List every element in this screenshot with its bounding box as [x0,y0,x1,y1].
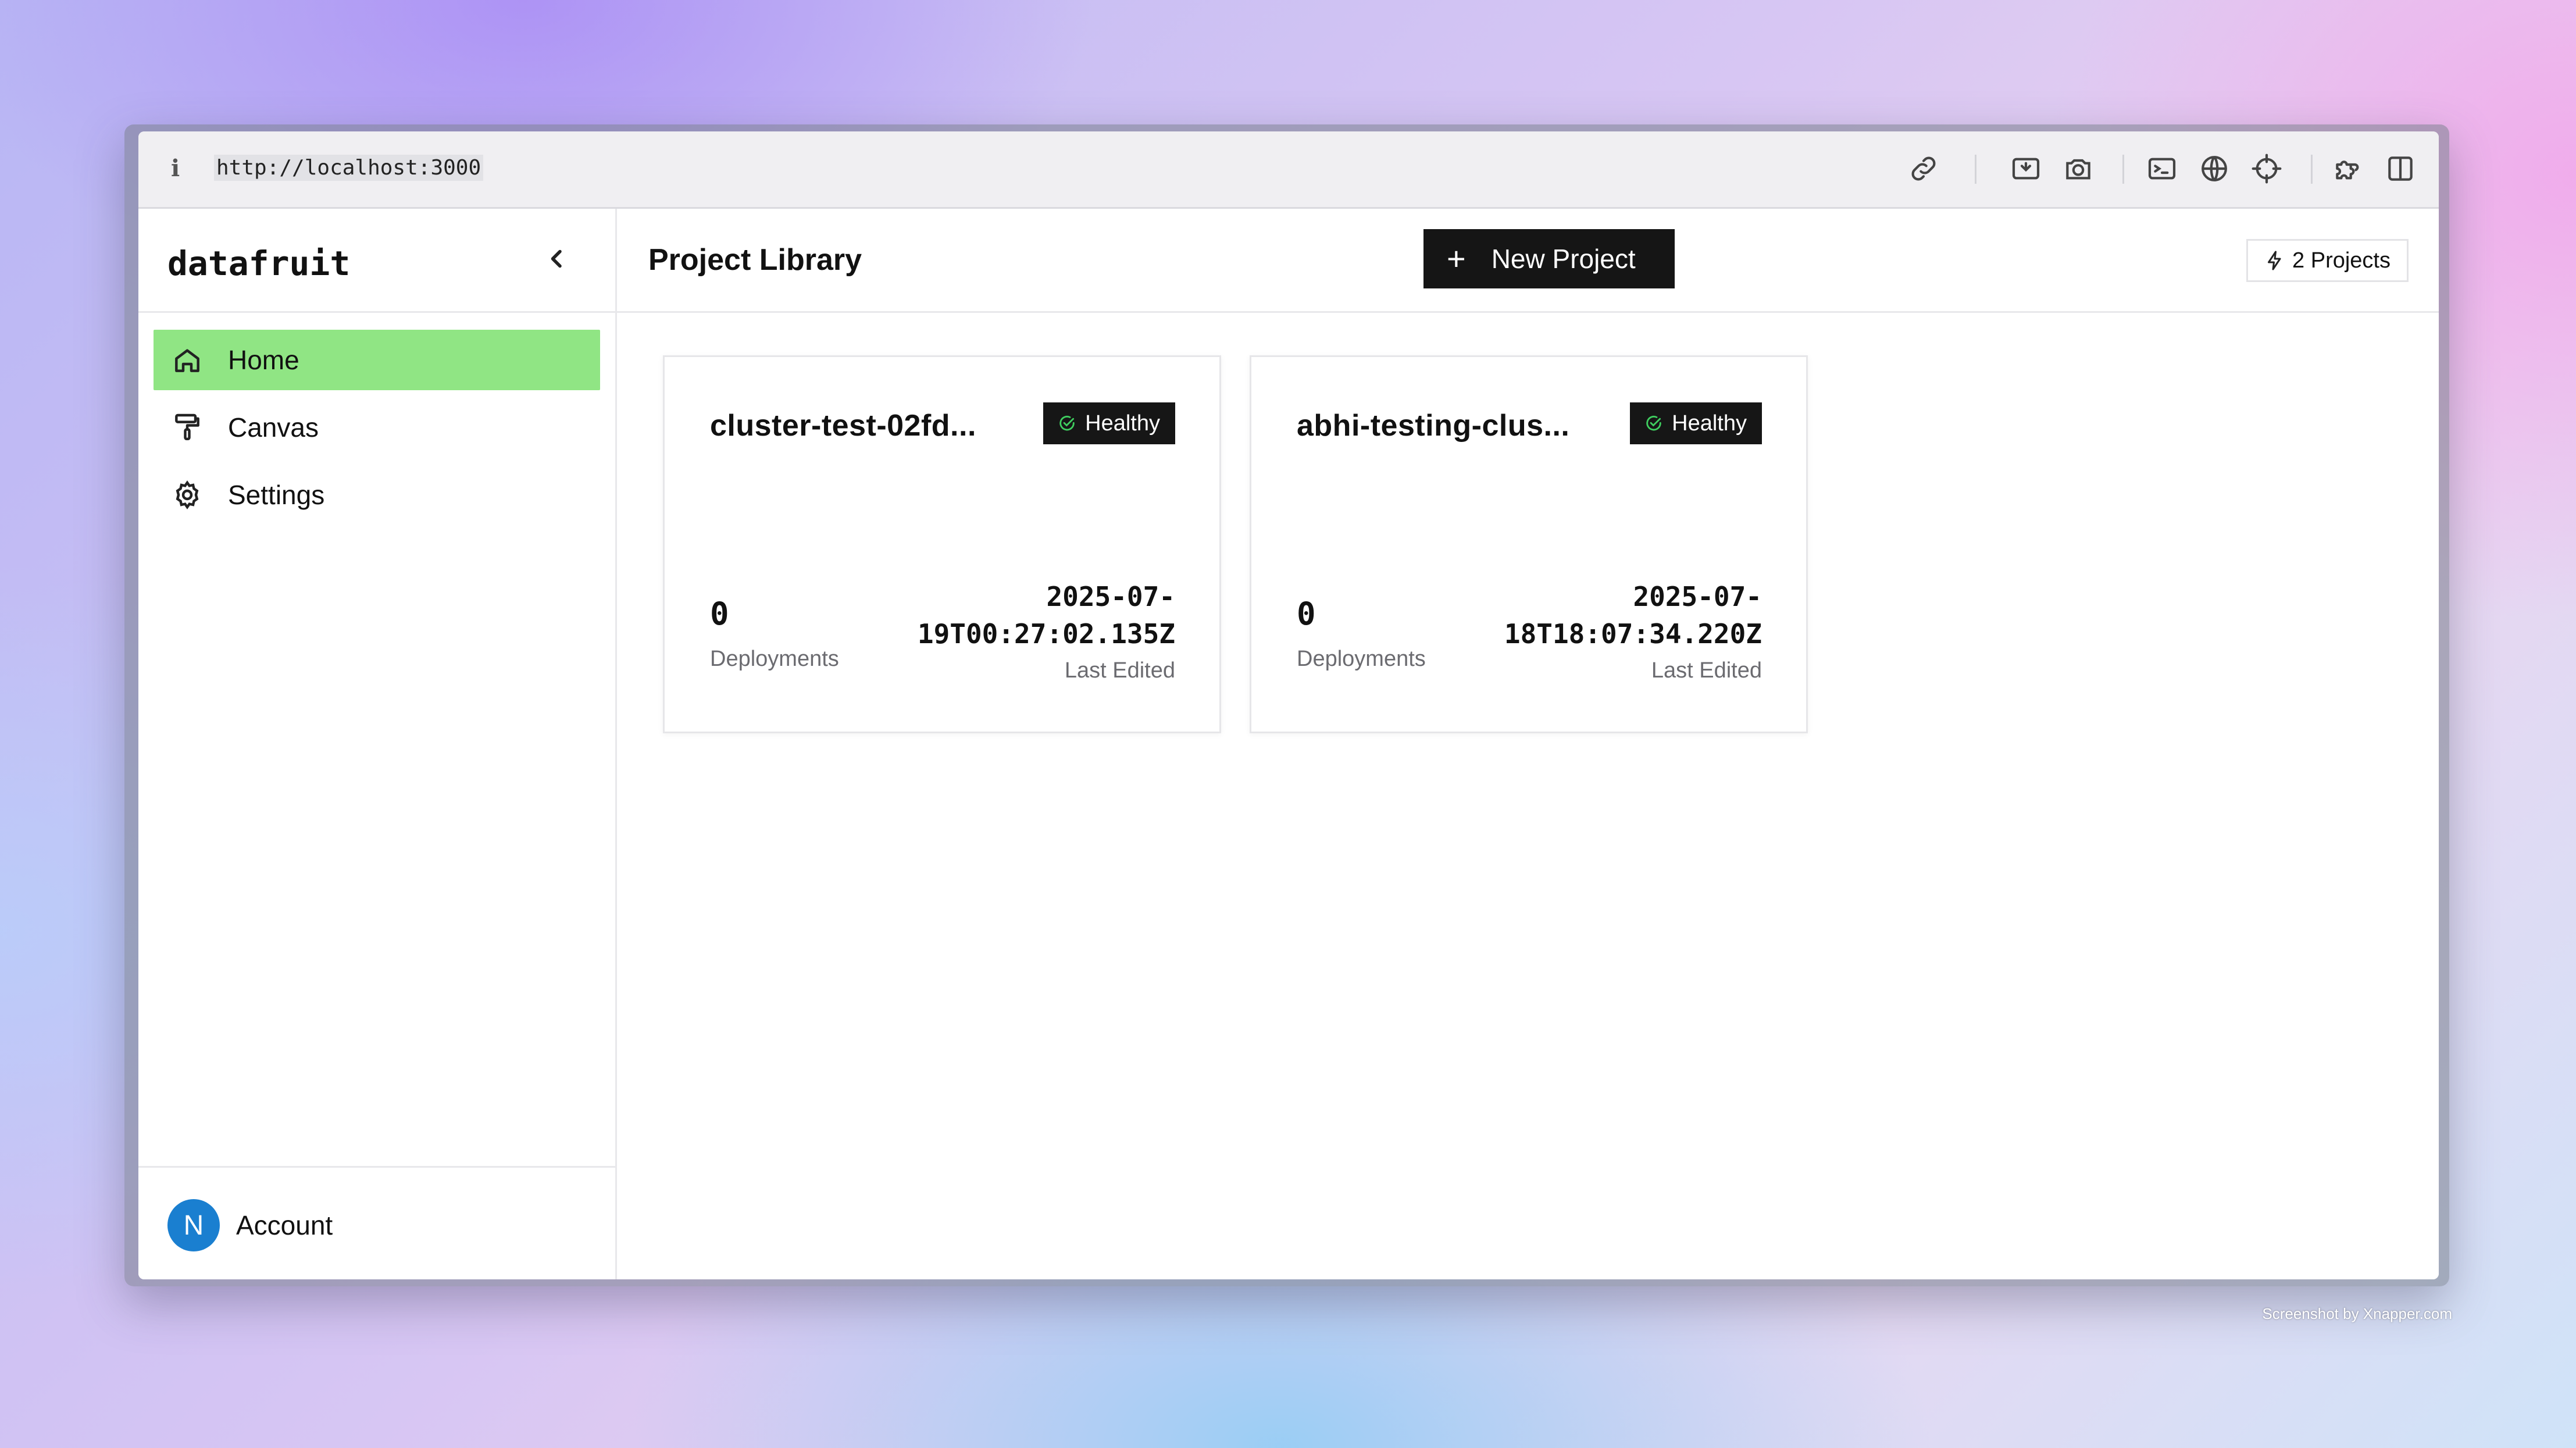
terminal-icon[interactable] [2146,152,2178,185]
browser-toolbar: i http://localhost:3000 [138,131,2439,209]
project-count-label: 2 Projects [2292,248,2391,273]
toolbar-divider [2122,155,2124,184]
address-bar[interactable]: http://localhost:3000 [214,155,484,181]
status-badge: Healthy [1630,402,1762,444]
last-edited-date: 2025-07- [1633,581,1762,612]
sidebar-divider [138,1166,615,1168]
chevron-left-icon [551,249,562,268]
crosshair-icon[interactable] [2250,152,2283,185]
last-edited-time: 18T18:07:34.220Z [1504,618,1762,650]
paint-roller-icon [175,413,199,441]
extensions-icon[interactable] [2332,152,2364,185]
sidebar-item-label: Home [228,345,299,375]
new-project-label: New Project [1491,244,1636,274]
avatar: N [167,1199,220,1251]
last-edited-value: 2025-07- 18T18:07:34.220Z [1460,578,1762,652]
page-title: Project Library [648,243,862,277]
last-edited-label: Last Edited [1064,658,1175,683]
deployments-count: 0 [1297,595,1316,632]
project-card[interactable]: abhi-testing-clus... Healthy 0 Deploymen… [1250,355,1808,733]
account-label: Account [236,1210,333,1240]
info-icon[interactable]: i [171,155,180,182]
camera-icon[interactable] [2062,152,2095,185]
sidebar-item-label: Canvas [228,412,319,443]
plus-icon: + [1447,240,1466,277]
account-button[interactable]: N Account [167,1199,333,1251]
new-project-button[interactable]: + New Project [1423,229,1675,288]
project-name: abhi-testing-clus... [1297,409,1570,443]
sidebar-divider [138,311,615,313]
app-brand: datafruit [167,244,351,283]
globe-icon[interactable] [2198,152,2231,185]
last-edited-label: Last Edited [1651,658,1762,683]
lightning-icon [2268,251,2281,270]
deployments-count: 0 [710,595,729,632]
toolbar-divider [2311,155,2313,184]
screen-capture-icon[interactable] [2010,152,2042,185]
check-circle-icon [1646,415,1661,431]
deployments-label: Deployments [1297,647,1426,671]
check-circle-icon [1059,415,1075,431]
status-label: Healthy [1672,411,1747,436]
project-count-badge: 2 Projects [2246,239,2409,282]
link-icon[interactable] [1907,152,1940,185]
status-badge: Healthy [1043,402,1175,444]
main-content: Project Library + New Project 2 Projects… [617,209,2439,1279]
browser-window: i http://localhost:3000 datafruit Home C… [138,131,2439,1279]
sidebar-item-home[interactable]: Home [154,330,600,390]
last-edited-date: 2025-07- [1046,581,1175,612]
last-edited-value: 2025-07- 19T00:27:02.135Z [873,578,1175,652]
toolbar-divider [1975,155,1976,184]
last-edited-time: 19T00:27:02.135Z [917,618,1175,650]
sidebar-item-canvas[interactable]: Canvas [154,397,600,458]
gear-icon [176,480,199,509]
project-name: cluster-test-02fd... [710,409,976,443]
watermark: Screenshot by Xnapper.com [2262,1305,2452,1322]
home-icon [175,349,199,372]
sidebar-item-settings[interactable]: Settings [154,465,600,525]
sidebar: datafruit Home Canvas Settings N Account [138,209,617,1279]
split-view-icon[interactable] [2384,152,2417,185]
project-card[interactable]: cluster-test-02fd... Healthy 0 Deploymen… [663,355,1221,733]
status-label: Healthy [1085,411,1160,436]
deployments-label: Deployments [710,647,839,671]
page-header: Project Library + New Project 2 Projects [617,209,2439,313]
collapse-sidebar-button[interactable] [540,241,575,276]
sidebar-item-label: Settings [228,480,325,510]
